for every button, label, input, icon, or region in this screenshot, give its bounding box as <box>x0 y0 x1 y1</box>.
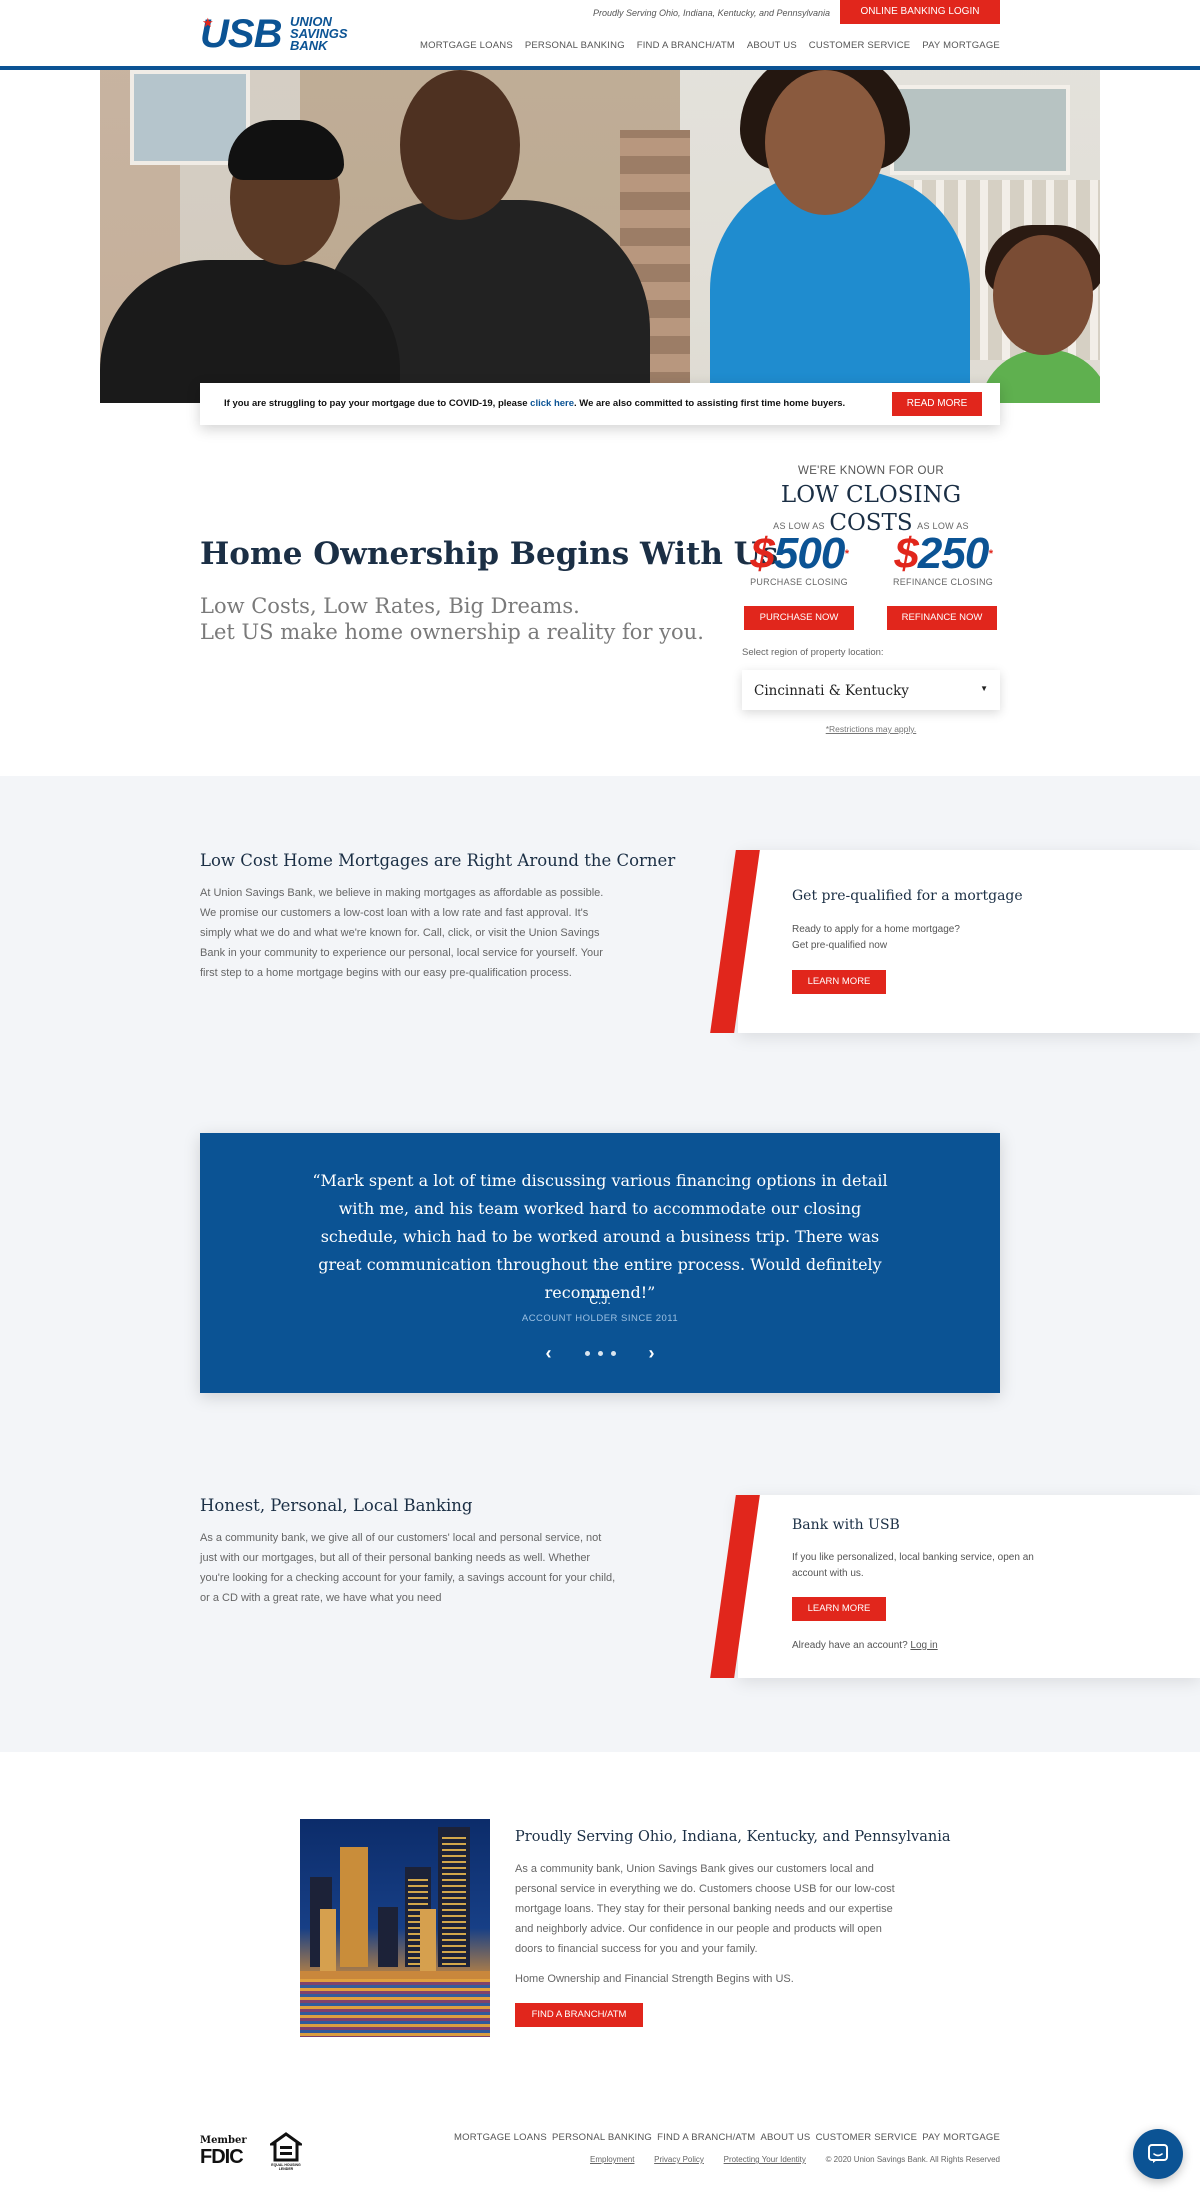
copyright: © 2020 Union Savings Bank. All Rights Re… <box>825 2155 1000 2164</box>
testimonial-author: C.J. <box>589 1293 611 1307</box>
footer-nav-about-us[interactable]: ABOUT US <box>760 2131 810 2145</box>
privacy-policy-link[interactable]: Privacy Policy <box>654 2155 704 2167</box>
footer-nav-pay-mortgage[interactable]: PAY MORTGAGE <box>922 2131 1000 2145</box>
chevron-right-icon[interactable]: › <box>642 1343 662 1363</box>
prequal-card: Get pre-qualified for a mortgage Ready t… <box>710 850 1200 1033</box>
page-title: Home Ownership Begins With Us <box>200 536 779 572</box>
nav-mortgage-loans[interactable]: MORTGAGE LOANS <box>420 39 513 53</box>
footer-nav-find-branch[interactable]: FIND A BRANCH/ATM <box>657 2131 755 2145</box>
covid-click-here-link[interactable]: click here <box>530 398 574 409</box>
carousel-dot[interactable] <box>610 1350 616 1356</box>
mortgage-block-body: At Union Savings Bank, we believe in mak… <box>200 887 604 979</box>
main-nav: MORTGAGE LOANS PERSONAL BANKING FIND A B… <box>420 39 1000 53</box>
prequal-learn-more-button[interactable]: LEARN MORE <box>792 970 886 994</box>
chevron-left-icon[interactable]: ‹ <box>539 1343 559 1363</box>
banking-block-body: As a community bank, we give all of our … <box>200 1532 616 1604</box>
nav-find-branch[interactable]: FIND A BRANCH/ATM <box>637 39 735 53</box>
region-label: Select region of property location: <box>742 647 884 658</box>
find-branch-button[interactable]: FIND A BRANCH/ATM <box>515 2003 643 2027</box>
closing-kicker: WE'RE KNOWN FOR OUR <box>798 465 944 477</box>
purchase-price-block: AS LOW AS $500* PURCHASE CLOSING <box>742 520 856 588</box>
carousel-controls: ‹ › <box>200 1343 1000 1363</box>
protecting-identity-link[interactable]: Protecting Your Identity <box>724 2155 806 2167</box>
serving-tagline-bottom: Home Ownership and Financial Strength Be… <box>515 1973 794 1985</box>
hero-family-photo <box>100 70 1100 403</box>
prequal-card-title: Get pre-qualified for a mortgage <box>792 888 1023 904</box>
serving-body: As a community bank, Union Savings Bank … <box>515 1863 895 1955</box>
equal-housing-lender-icon: EQUAL HOUSING LENDER <box>266 2132 306 2172</box>
restrictions-link[interactable]: *Restrictions may apply. <box>742 724 1000 734</box>
nav-about-us[interactable]: ABOUT US <box>747 39 797 53</box>
bank-card-title: Bank with USB <box>792 1517 900 1533</box>
nav-customer-service[interactable]: CUSTOMER SERVICE <box>809 39 911 53</box>
bank-card-footer: Already have an account? Log in <box>792 1640 938 1651</box>
testimonial-quote: “Mark spent a lot of time discussing var… <box>312 1171 888 1302</box>
logo-name: UNION SAVINGS BANK <box>290 14 348 53</box>
cincinnati-skyline-photo <box>300 1819 490 2037</box>
caret-down-icon: ▼ <box>980 684 988 693</box>
site-header: USB ★ UNION SAVINGS BANK Proudly Serving… <box>0 0 1200 70</box>
fdic-logo: Member FDIC <box>200 2135 247 2168</box>
log-in-link[interactable]: Log in <box>910 1640 937 1651</box>
footer-nav: MORTGAGE LOANS PERSONAL BANKING FIND A B… <box>454 2131 1000 2145</box>
refinance-price: $250* <box>894 529 992 578</box>
region-select[interactable]: Cincinnati & Kentucky ▼ <box>742 670 1000 710</box>
banking-block-title: Honest, Personal, Local Banking <box>200 1496 473 1515</box>
serving-tagline: Proudly Serving Ohio, Indiana, Kentucky,… <box>593 8 830 18</box>
covid-notice: If you are struggling to pay your mortga… <box>200 383 1000 425</box>
purchase-now-button[interactable]: PURCHASE NOW <box>744 606 854 630</box>
logo-star-icon: ★ <box>202 15 214 30</box>
usb-logo[interactable]: USB ★ UNION SAVINGS BANK <box>200 14 350 54</box>
region-selected-value: Cincinnati & Kentucky <box>754 683 909 699</box>
serving-title: Proudly Serving Ohio, Indiana, Kentucky,… <box>515 1829 951 1845</box>
employment-link[interactable]: Employment <box>590 2155 634 2167</box>
nav-pay-mortgage[interactable]: PAY MORTGAGE <box>922 39 1000 53</box>
prequal-card-text: Ready to apply for a home mortgage? Get … <box>792 924 960 951</box>
bank-card-text: If you like personalized, local banking … <box>792 1552 1034 1579</box>
bank-with-usb-card: Bank with USB If you like personalized, … <box>710 1495 1200 1678</box>
carousel-dot[interactable] <box>584 1350 590 1356</box>
refinance-now-button[interactable]: REFINANCE NOW <box>887 606 997 630</box>
footer-nav-mortgage-loans[interactable]: MORTGAGE LOANS <box>454 2131 547 2145</box>
chat-button[interactable] <box>1133 2129 1183 2179</box>
carousel-dots <box>584 1350 616 1356</box>
testimonial-since: ACCOUNT HOLDER SINCE 2011 <box>521 1313 679 1324</box>
online-banking-login-button[interactable]: ONLINE BANKING LOGIN <box>840 0 1000 24</box>
footer-legal: Employment Privacy Policy Protecting You… <box>590 2155 1000 2167</box>
chat-bubble-icon <box>1148 2144 1168 2163</box>
footer-nav-customer-service[interactable]: CUSTOMER SERVICE <box>816 2131 918 2145</box>
intro-subtitle: Low Costs, Low Rates, Big Dreams. Let US… <box>200 594 704 644</box>
nav-personal-banking[interactable]: PERSONAL BANKING <box>525 39 625 53</box>
testimonial-carousel: “Mark spent a lot of time discussing var… <box>200 1133 1000 1393</box>
closing-costs-panel: WE'RE KNOWN FOR OUR LOW CLOSING COSTS AS… <box>742 462 1000 734</box>
carousel-dot[interactable] <box>597 1350 603 1356</box>
covid-text: If you are struggling to pay your mortga… <box>224 398 846 409</box>
refinance-price-block: AS LOW AS $250* REFINANCE CLOSING <box>886 520 1000 588</box>
footer-nav-personal-banking[interactable]: PERSONAL BANKING <box>552 2131 652 2145</box>
purchase-price: $500* <box>750 529 848 578</box>
mortgage-block-title: Low Cost Home Mortgages are Right Around… <box>200 851 676 870</box>
bank-learn-more-button[interactable]: LEARN MORE <box>792 1597 886 1621</box>
read-more-button[interactable]: READ MORE <box>892 392 982 416</box>
